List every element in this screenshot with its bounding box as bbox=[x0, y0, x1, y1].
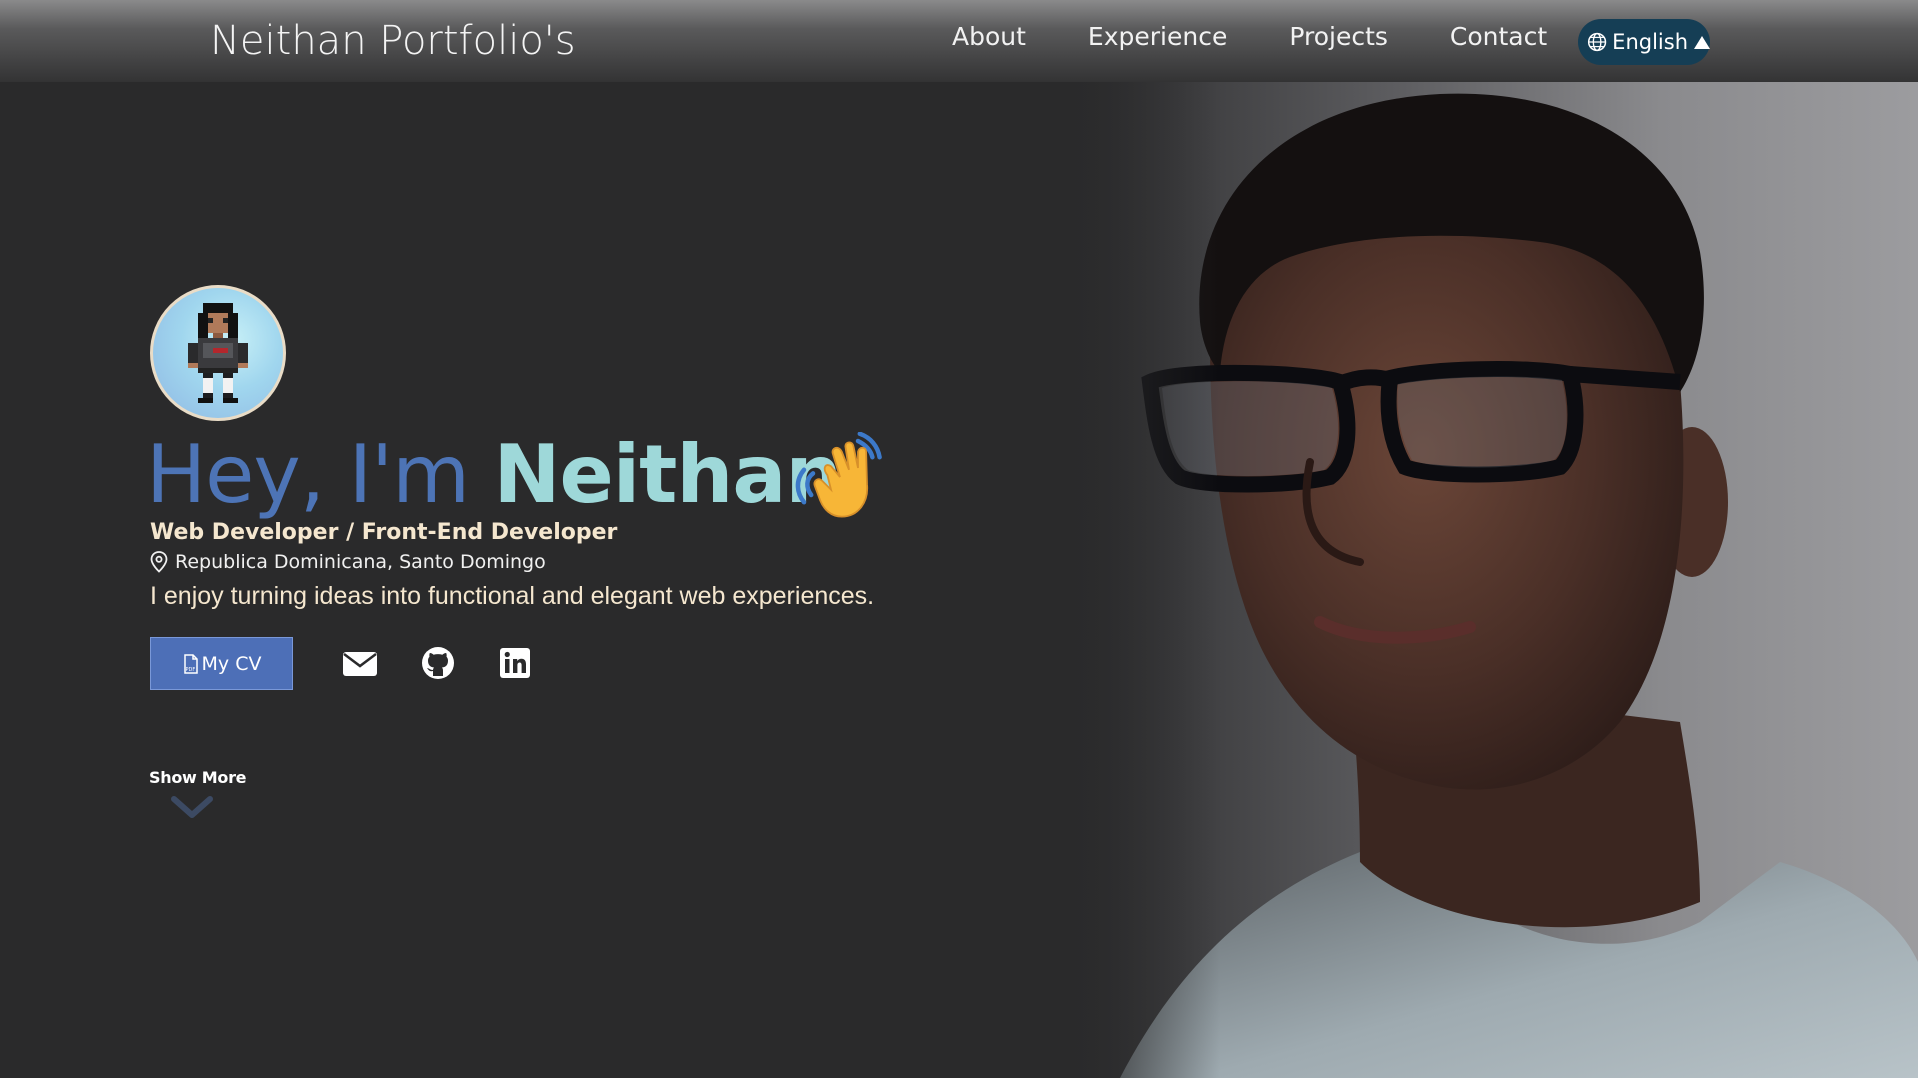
top-navbar: Neithan Portfolio's About Experience Pro… bbox=[0, 0, 1918, 82]
document-icon: PDF bbox=[183, 653, 198, 674]
avatar bbox=[150, 285, 286, 421]
name-text: Neithan bbox=[493, 428, 843, 521]
github-icon[interactable] bbox=[420, 645, 456, 681]
nav-link-experience[interactable]: Experience bbox=[1088, 22, 1227, 51]
caret-up-icon bbox=[1694, 35, 1710, 49]
brand-title[interactable]: Neithan Portfolio's bbox=[210, 18, 576, 64]
mail-icon[interactable] bbox=[342, 645, 378, 681]
globe-icon bbox=[1587, 32, 1607, 52]
tagline: I enjoy turning ideas into functional an… bbox=[150, 582, 875, 610]
language-selector[interactable]: English bbox=[1578, 19, 1710, 65]
map-pin-icon bbox=[150, 551, 168, 573]
portfolio-page: Neithan Portfolio's About Experience Pro… bbox=[0, 0, 1918, 1078]
waving-hand-icon bbox=[795, 432, 882, 518]
nav-link-about[interactable]: About bbox=[952, 22, 1026, 51]
linkedin-icon[interactable] bbox=[497, 645, 533, 681]
hero-headline: Hey, I'm Neithan bbox=[146, 428, 843, 522]
profile-photo bbox=[1060, 82, 1918, 1078]
pixel-character-image bbox=[188, 303, 248, 403]
nav-link-projects[interactable]: Projects bbox=[1289, 22, 1388, 51]
location-text: Republica Dominicana, Santo Domingo bbox=[175, 551, 546, 573]
svg-text:PDF: PDF bbox=[185, 667, 195, 673]
cv-button[interactable]: PDF My CV bbox=[150, 637, 293, 690]
main-nav: About Experience Projects Contact bbox=[952, 22, 1547, 51]
location-line: Republica Dominicana, Santo Domingo bbox=[150, 551, 546, 573]
cv-button-label: My CV bbox=[201, 652, 262, 675]
role-title: Web Developer / Front-End Developer bbox=[150, 520, 618, 545]
show-more-link[interactable]: Show More bbox=[149, 768, 247, 787]
greeting-text: Hey, I'm bbox=[146, 428, 494, 521]
chevron-down-icon[interactable] bbox=[170, 793, 214, 821]
language-label: English bbox=[1612, 30, 1688, 54]
nav-link-contact[interactable]: Contact bbox=[1450, 22, 1547, 51]
